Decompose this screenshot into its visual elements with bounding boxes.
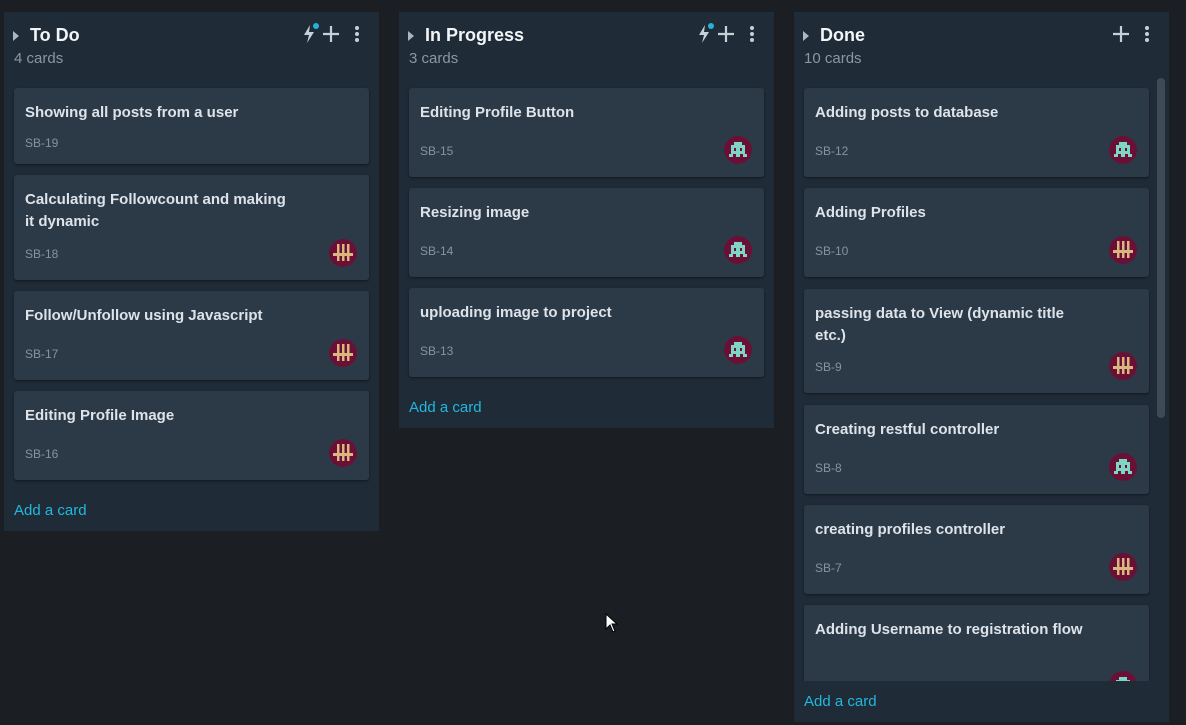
caret-right-icon[interactable] [408, 31, 414, 41]
add-card-link[interactable]: Add a card [804, 693, 877, 710]
card-key: SB-19 [25, 136, 59, 150]
avatar[interactable] [1109, 352, 1137, 380]
invader-avatar-icon [1114, 142, 1132, 157]
more-vertical-icon[interactable] [742, 23, 762, 45]
mouse-cursor-icon [605, 613, 619, 633]
card-title: Editing Profile Image [25, 407, 175, 424]
card[interactable]: Follow/Unfollow using Javascript SB-17 [14, 291, 369, 380]
invader-avatar-icon [729, 342, 747, 357]
avatar[interactable] [1109, 553, 1137, 581]
avatar[interactable] [1109, 453, 1137, 481]
bars-avatar-icon [333, 244, 353, 261]
card-title: Follow/Unfollow using Javascript [25, 307, 263, 324]
card[interactable]: Resizing image SB-14 [409, 188, 764, 277]
card[interactable]: Showing all posts from a user SB-19 [14, 88, 369, 164]
avatar[interactable] [329, 339, 357, 367]
more-vertical-icon[interactable] [347, 23, 367, 45]
column-in-progress: In Progress 3 cards Editing Profile Butt… [399, 12, 774, 428]
add-card-link[interactable]: Add a card [14, 502, 87, 519]
card-key: SB-7 [815, 561, 842, 575]
avatar[interactable] [329, 239, 357, 267]
card-key: SB-6 [815, 679, 842, 681]
card-title: creating profiles controller [815, 521, 1006, 538]
plus-icon[interactable] [716, 23, 736, 45]
lightning-icon[interactable] [695, 23, 715, 45]
invader-avatar-icon [729, 242, 747, 257]
card-title: Adding Username to registration flow [815, 621, 1083, 638]
invader-avatar-icon [1116, 677, 1130, 681]
plus-icon[interactable] [321, 23, 341, 45]
card[interactable]: Adding Profiles SB-10 [804, 188, 1149, 277]
card-title: Adding posts to database [815, 104, 999, 121]
bars-avatar-icon [333, 444, 353, 461]
card[interactable]: Adding posts to database SB-12 [804, 88, 1149, 177]
avatar[interactable] [724, 136, 752, 164]
bars-avatar-icon [1113, 558, 1133, 575]
card[interactable]: Editing Profile Image SB-16 [14, 391, 369, 480]
column-done: Done 10 cards Adding posts to database S… [794, 12, 1169, 722]
card[interactable]: Creating restful controller SB-8 [804, 405, 1149, 494]
card-count: 3 cards [409, 50, 459, 67]
card-key: SB-17 [25, 347, 59, 361]
card-title: Editing Profile Button [420, 104, 575, 121]
caret-right-icon[interactable] [13, 31, 19, 41]
column-header: To Do 4 cards [4, 12, 379, 82]
add-card-link[interactable]: Add a card [409, 399, 482, 416]
lightning-icon[interactable] [300, 23, 320, 45]
card-key: SB-15 [420, 144, 454, 158]
card-list[interactable]: Adding posts to database SB-12 Adding Pr… [794, 12, 1151, 681]
invader-avatar-icon [1114, 459, 1132, 474]
avatar[interactable] [1109, 671, 1137, 681]
column-header: In Progress 3 cards [399, 12, 774, 82]
card[interactable]: uploading image to project SB-13 [409, 288, 764, 377]
card-key: SB-10 [815, 244, 849, 258]
avatar[interactable] [1109, 236, 1137, 264]
card-title: uploading image to project [420, 304, 612, 321]
card-title: passing data to View (dynamic title etc.… [815, 305, 1064, 344]
avatar[interactable] [724, 236, 752, 264]
avatar[interactable] [724, 336, 752, 364]
card-title: Calculating Followcount and making it dy… [25, 191, 286, 230]
card[interactable]: Editing Profile Button SB-15 [409, 88, 764, 177]
card-key: SB-13 [420, 344, 454, 358]
card[interactable]: Calculating Followcount and making it dy… [14, 175, 369, 280]
card[interactable]: Adding Username to registration flow SB-… [804, 605, 1149, 681]
card[interactable]: passing data to View (dynamic title etc.… [804, 289, 1149, 393]
avatar[interactable] [1109, 136, 1137, 164]
card-key: SB-9 [815, 360, 842, 374]
bars-avatar-icon [1113, 241, 1133, 258]
scrollbar[interactable] [1157, 78, 1165, 418]
column-todo: To Do 4 cards Showing all posts from a u… [4, 12, 379, 531]
card-key: SB-8 [815, 461, 842, 475]
avatar[interactable] [329, 439, 357, 467]
card-title: Showing all posts from a user [25, 104, 239, 121]
invader-avatar-icon [729, 142, 747, 157]
column-title: To Do [30, 25, 80, 45]
card-key: SB-14 [420, 244, 454, 258]
bars-avatar-icon [333, 344, 353, 361]
card-key: SB-16 [25, 447, 59, 461]
card-title: Creating restful controller [815, 421, 1000, 438]
column-title: In Progress [425, 25, 525, 45]
card-key: SB-18 [25, 247, 59, 261]
card-key: SB-12 [815, 144, 849, 158]
bars-avatar-icon [1113, 357, 1133, 374]
card-count: 4 cards [14, 50, 64, 67]
card-title: Resizing image [420, 204, 530, 221]
card-title: Adding Profiles [815, 204, 926, 221]
card[interactable]: creating profiles controller SB-7 [804, 505, 1149, 594]
